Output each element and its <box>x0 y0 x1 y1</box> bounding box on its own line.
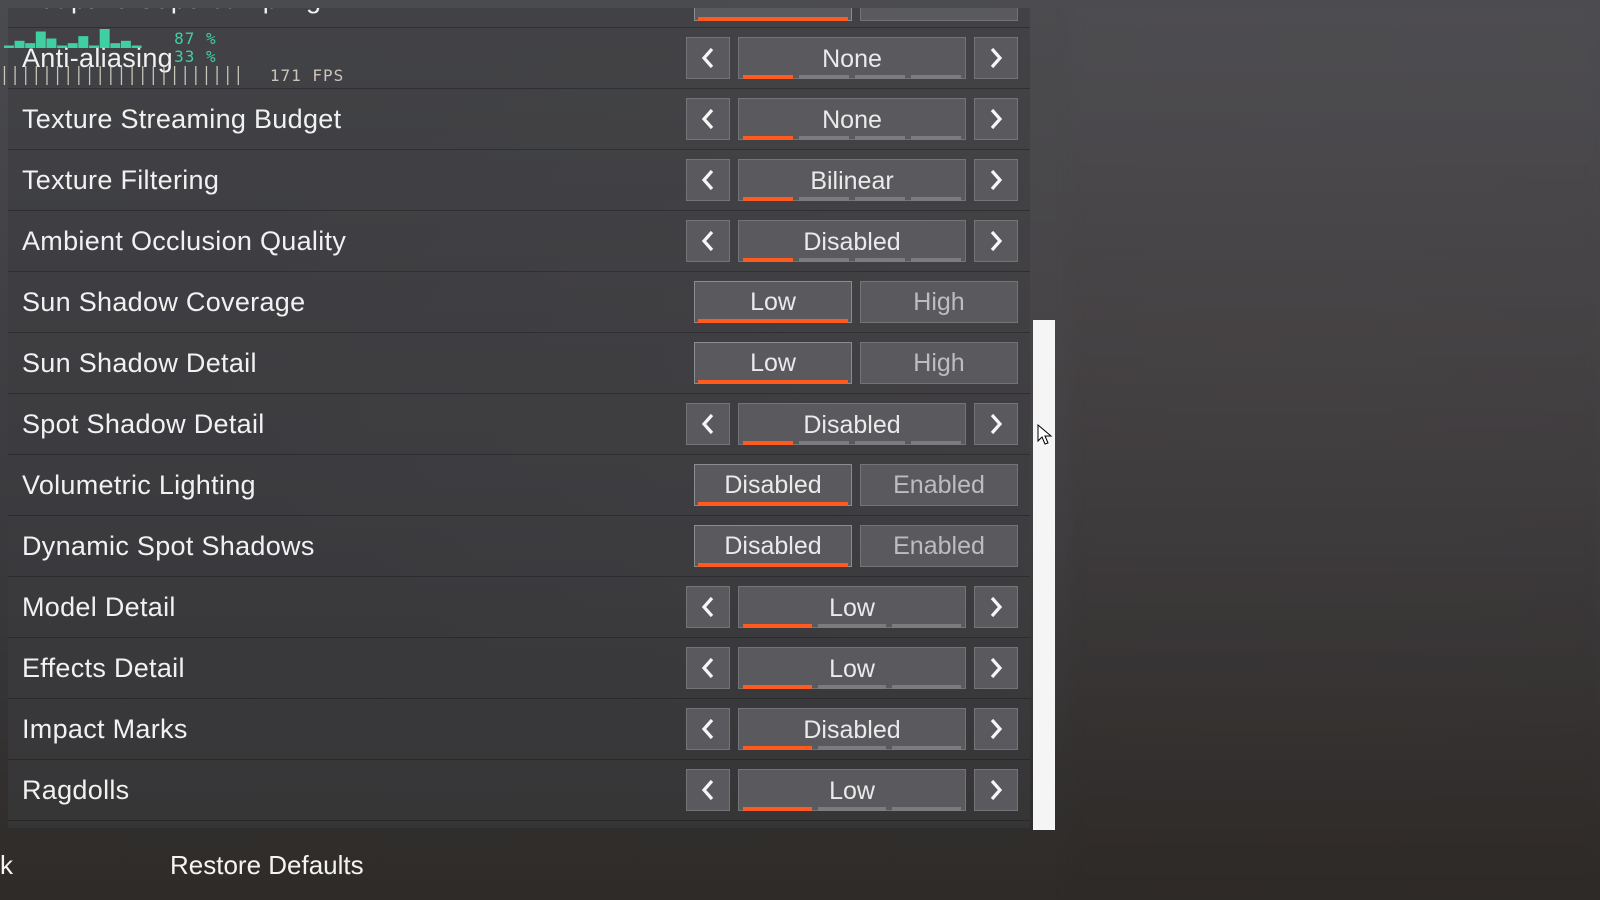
setting-label: Anti-aliasing <box>22 43 672 74</box>
option-disabled[interactable]: Disabled <box>694 464 852 506</box>
option-low[interactable]: Low <box>694 342 852 384</box>
setting-label: Spot Shadow Detail <box>22 409 672 440</box>
setting-value: Bilinear <box>810 169 893 194</box>
option-high[interactable]: High <box>860 342 1018 384</box>
setting-label: Texture Filtering <box>22 165 672 196</box>
prev-arrow[interactable] <box>686 403 730 445</box>
value-box: Low <box>738 586 966 628</box>
value-box: Disabled <box>738 403 966 445</box>
setting-value: Low <box>829 657 875 682</box>
option-enabled[interactable]: Enabled <box>860 8 1018 21</box>
next-arrow[interactable] <box>974 708 1018 750</box>
value-box: None <box>738 98 966 140</box>
next-arrow[interactable] <box>974 37 1018 79</box>
row-sun-shadow-coverage: Sun Shadow Coverage Low High <box>8 272 1030 333</box>
setting-value: Low <box>829 779 875 804</box>
setting-label: Adaptive Supersampling <box>22 8 672 15</box>
row-spot-shadow-detail: Spot Shadow Detail Disabled <box>8 394 1030 455</box>
prev-arrow[interactable] <box>686 586 730 628</box>
prev-arrow[interactable] <box>686 220 730 262</box>
row-model-detail: Model Detail Low <box>8 577 1030 638</box>
row-effects-detail: Effects Detail Low <box>8 638 1030 699</box>
option-enabled[interactable]: Enabled <box>860 464 1018 506</box>
scrollbar[interactable] <box>1033 320 1055 830</box>
row-texture-streaming-budget: Texture Streaming Budget None <box>8 89 1030 150</box>
video-settings-panel: Adaptive Supersampling Disabled Enabled … <box>8 8 1030 828</box>
next-arrow[interactable] <box>974 98 1018 140</box>
next-arrow[interactable] <box>974 403 1018 445</box>
back-button[interactable]: k <box>0 850 20 881</box>
setting-value: Disabled <box>803 718 900 743</box>
option-low[interactable]: Low <box>694 281 852 323</box>
setting-label: Impact Marks <box>22 714 672 745</box>
row-dynamic-spot-shadows: Dynamic Spot Shadows Disabled Enabled <box>8 516 1030 577</box>
row-texture-filtering: Texture Filtering Bilinear <box>8 150 1030 211</box>
setting-label: Dynamic Spot Shadows <box>22 531 672 562</box>
setting-value: None <box>822 47 882 72</box>
setting-label: Ragdolls <box>22 775 672 806</box>
value-box: Bilinear <box>738 159 966 201</box>
value-box: Low <box>738 769 966 811</box>
prev-arrow[interactable] <box>686 769 730 811</box>
next-arrow[interactable] <box>974 647 1018 689</box>
restore-defaults-button[interactable]: Restore Defaults <box>170 850 364 881</box>
setting-label: Ambient Occlusion Quality <box>22 226 672 257</box>
option-disabled[interactable]: Disabled <box>694 8 852 21</box>
prev-arrow[interactable] <box>686 37 730 79</box>
prev-arrow[interactable] <box>686 647 730 689</box>
setting-value: None <box>822 108 882 133</box>
setting-label: Sun Shadow Coverage <box>22 287 672 318</box>
row-impact-marks: Impact Marks Disabled <box>8 699 1030 760</box>
setting-value: Disabled <box>803 413 900 438</box>
option-enabled[interactable]: Enabled <box>860 525 1018 567</box>
setting-label: Volumetric Lighting <box>22 470 672 501</box>
row-adaptive-supersampling: Adaptive Supersampling Disabled Enabled <box>8 8 1030 28</box>
setting-label: Texture Streaming Budget <box>22 104 672 135</box>
value-box: Disabled <box>738 220 966 262</box>
setting-label: Effects Detail <box>22 653 672 684</box>
row-volumetric-lighting: Volumetric Lighting Disabled Enabled <box>8 455 1030 516</box>
next-arrow[interactable] <box>974 159 1018 201</box>
setting-value: Disabled <box>803 230 900 255</box>
value-box: Low <box>738 647 966 689</box>
setting-label: Model Detail <box>22 592 672 623</box>
setting-value: Low <box>829 596 875 621</box>
row-ambient-occlusion-quality: Ambient Occlusion Quality Disabled <box>8 211 1030 272</box>
option-high[interactable]: High <box>860 281 1018 323</box>
next-arrow[interactable] <box>974 769 1018 811</box>
value-box: Disabled <box>738 708 966 750</box>
footer-bar: k Restore Defaults <box>0 830 1600 900</box>
row-ragdolls: Ragdolls Low <box>8 760 1030 821</box>
prev-arrow[interactable] <box>686 708 730 750</box>
setting-label: Sun Shadow Detail <box>22 348 672 379</box>
prev-arrow[interactable] <box>686 98 730 140</box>
prev-arrow[interactable] <box>686 159 730 201</box>
row-anti-aliasing: Anti-aliasing None <box>8 28 1030 89</box>
row-sun-shadow-detail: Sun Shadow Detail Low High <box>8 333 1030 394</box>
value-box: None <box>738 37 966 79</box>
next-arrow[interactable] <box>974 586 1018 628</box>
option-disabled[interactable]: Disabled <box>694 525 852 567</box>
next-arrow[interactable] <box>974 220 1018 262</box>
